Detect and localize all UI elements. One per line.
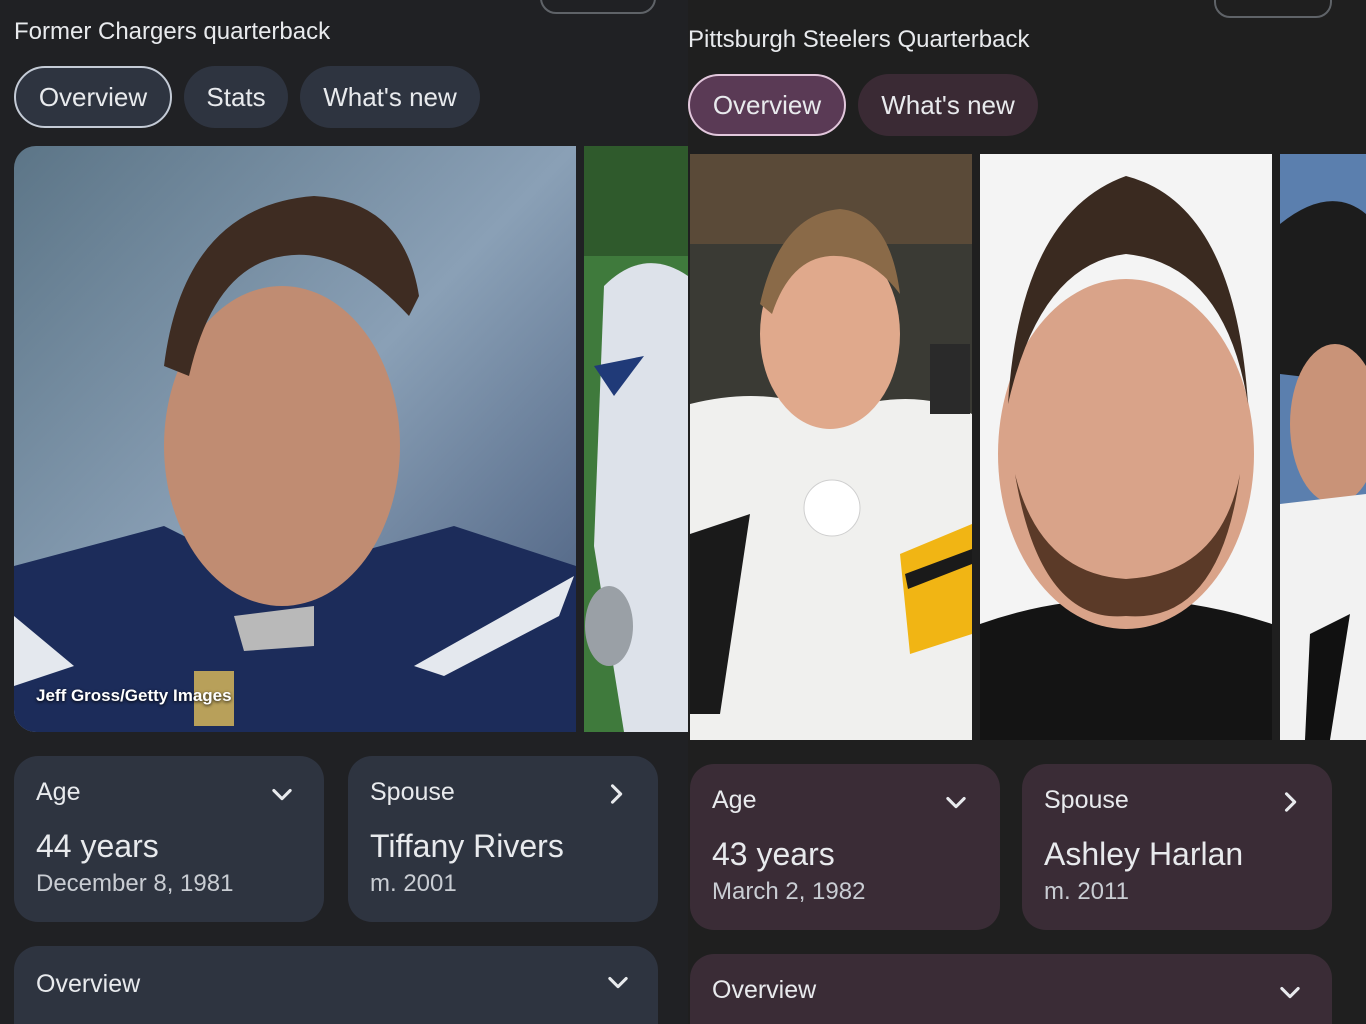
- right-knowledge-panel: Pittsburgh Steelers Quarterback Overview…: [688, 0, 1366, 1024]
- tab-overview[interactable]: Overview: [14, 66, 172, 128]
- player-portrait-image: [14, 146, 576, 732]
- spouse-name[interactable]: Tiffany Rivers: [370, 828, 564, 865]
- tab-whats-new[interactable]: What's new: [300, 66, 480, 128]
- player-headshot-image: [980, 154, 1272, 740]
- main-photo[interactable]: [690, 154, 972, 740]
- spouse-name[interactable]: Ashley Harlan: [1044, 836, 1243, 873]
- player-casual-image: [1280, 154, 1366, 740]
- chevron-down-icon: [1276, 978, 1304, 1006]
- player-field-image: [584, 146, 688, 732]
- spouse-card[interactable]: Spouse Ashley Harlan m. 2011: [1022, 764, 1332, 930]
- chevron-down-icon: [942, 788, 970, 816]
- age-value: 44 years: [36, 828, 159, 864]
- spouse-label: Spouse: [1044, 786, 1129, 814]
- chevron-down-icon: [604, 968, 632, 996]
- overview-label: Overview: [36, 970, 141, 998]
- player-action-image: [690, 154, 972, 740]
- chevron-right-icon: [1276, 788, 1304, 816]
- overview-section[interactable]: Overview: [690, 954, 1332, 1024]
- age-card[interactable]: Age 43 years March 2, 1982: [690, 764, 1000, 930]
- overview-label: Overview: [712, 976, 817, 1004]
- photo-credit: Jeff Gross/Getty Images: [36, 686, 232, 705]
- marriage-year: m. 2001: [370, 870, 457, 897]
- chevron-right-icon: [602, 780, 630, 808]
- tab-whats-new[interactable]: What's new: [858, 74, 1038, 136]
- left-knowledge-panel: Former Chargers quarterback Overview Sta…: [0, 0, 688, 1024]
- secondary-photo[interactable]: [584, 146, 688, 732]
- entity-subtitle: Former Chargers quarterback: [14, 18, 331, 45]
- age-label: Age: [36, 778, 81, 806]
- main-photo[interactable]: Jeff Gross/Getty Images: [14, 146, 576, 732]
- entity-subtitle: Pittsburgh Steelers Quarterback: [688, 26, 1030, 53]
- overview-section[interactable]: Overview: [14, 946, 658, 1024]
- headshot-photo[interactable]: [980, 154, 1272, 740]
- marriage-year: m. 2011: [1044, 878, 1129, 905]
- age-value: 43 years: [712, 836, 835, 872]
- tab-stats[interactable]: Stats: [184, 66, 288, 128]
- tertiary-photo[interactable]: [1280, 154, 1366, 740]
- chevron-down-icon: [268, 780, 296, 808]
- age-label: Age: [712, 786, 757, 814]
- age-card[interactable]: Age 44 years December 8, 1981: [14, 756, 324, 922]
- tab-overview[interactable]: Overview: [688, 74, 846, 136]
- top-action-button[interactable]: [1214, 0, 1332, 18]
- spouse-label: Spouse: [370, 778, 455, 806]
- top-action-button[interactable]: [540, 0, 656, 14]
- birth-date: December 8, 1981: [36, 870, 234, 897]
- birth-date: March 2, 1982: [712, 878, 866, 905]
- spouse-card[interactable]: Spouse Tiffany Rivers m. 2001: [348, 756, 658, 922]
